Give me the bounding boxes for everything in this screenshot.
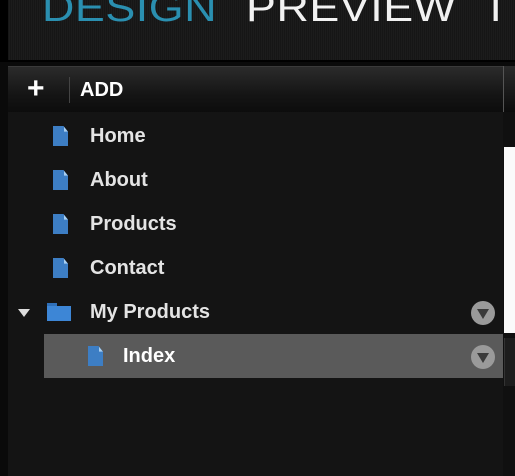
folder-icon — [47, 303, 71, 321]
tree-item-index[interactable]: Index — [44, 334, 503, 378]
page-icon — [53, 126, 68, 146]
tree-item-label: About — [90, 169, 148, 191]
tab-divider — [8, 60, 515, 62]
tree-item-my-products[interactable]: My Products — [8, 290, 503, 334]
tab-third[interactable]: T — [482, 0, 510, 31]
window-edge — [0, 0, 8, 62]
toolbar-right-edge — [503, 66, 515, 112]
add-button[interactable]: ADD — [80, 79, 123, 102]
page-icon — [53, 214, 68, 234]
page-icon — [53, 170, 68, 190]
tab-preview[interactable]: PREVIEW — [246, 0, 457, 31]
chevron-menu-icon[interactable] — [471, 301, 495, 325]
page-tree: Home About Products Contact My Products … — [8, 112, 503, 476]
tree-item-label: Home — [90, 125, 146, 147]
tree-item-about[interactable]: About — [8, 158, 503, 202]
tree-item-label: Index — [123, 345, 176, 367]
tree-item-label: Contact — [90, 257, 165, 279]
tab-design[interactable]: DESIGN — [42, 0, 217, 31]
page-icon — [88, 346, 103, 366]
chevron-menu-icon[interactable] — [471, 345, 495, 369]
add-toolbar: + ADD — [8, 66, 503, 114]
expand-caret-icon[interactable] — [18, 309, 30, 317]
page-icon — [53, 258, 68, 278]
tree-item-label: Products — [90, 213, 177, 235]
tree-item-products[interactable]: Products — [8, 202, 503, 246]
content-preview-edge — [503, 112, 515, 476]
preview-canvas — [504, 147, 515, 333]
toolbar-separator — [69, 77, 70, 103]
tree-item-label: My Products — [90, 301, 211, 323]
plus-icon[interactable]: + — [27, 71, 45, 107]
preview-handle — [504, 338, 515, 386]
tree-item-contact[interactable]: Contact — [8, 246, 503, 290]
tree-item-home[interactable]: Home — [8, 114, 503, 158]
top-tab-bar: DESIGN PREVIEW T — [0, 0, 515, 62]
